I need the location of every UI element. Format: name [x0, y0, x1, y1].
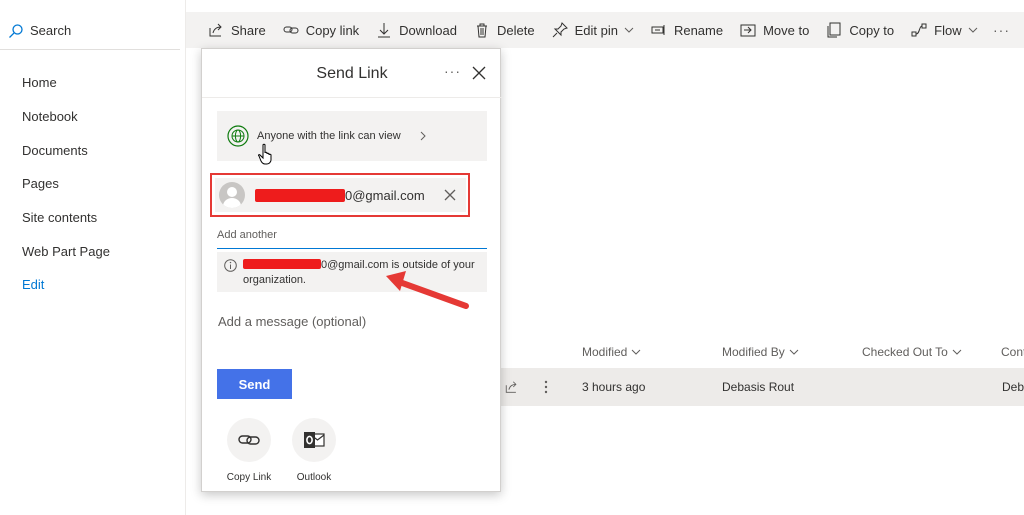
dialog-more-button[interactable]: ··· [444, 63, 461, 79]
flow-label: Flow [934, 22, 962, 38]
dialog-divider [202, 97, 502, 98]
copy-link-button[interactable]: Copy link [283, 22, 359, 38]
download-label: Download [399, 22, 457, 38]
search-box[interactable]: Search [0, 12, 180, 50]
nav-item-site-contents[interactable]: Site contents [22, 201, 110, 235]
avatar [219, 182, 245, 208]
flow-button[interactable]: Flow [911, 22, 977, 38]
move-icon [740, 24, 756, 37]
delete-button[interactable]: Delete [474, 22, 535, 38]
redacted-email-prefix [243, 259, 321, 269]
column-header-modified-label: Modified [582, 345, 628, 359]
nav-item-edit[interactable]: Edit [22, 268, 110, 302]
copy-to-button[interactable]: Copy to [826, 22, 894, 38]
send-button[interactable]: Send [217, 369, 292, 399]
column-header-modified-by[interactable]: Modified By [722, 345, 799, 359]
share-button[interactable]: Share [208, 22, 266, 38]
nav-item-pages[interactable]: Pages [22, 167, 110, 201]
globe-icon [227, 125, 249, 147]
edit-pin-label: Edit pin [574, 22, 618, 38]
redacted-email-prefix [255, 188, 345, 202]
chevron-down-icon [632, 349, 641, 355]
chevron-down-icon [968, 27, 977, 33]
rename-button[interactable]: Rename [651, 22, 723, 38]
chevron-down-icon [789, 349, 799, 355]
link-icon [283, 26, 299, 34]
copy-icon [827, 22, 841, 38]
move-to-button[interactable]: Move to [740, 22, 809, 38]
copy-link-app-label: Copy Link [226, 472, 272, 483]
chevron-down-icon [952, 349, 962, 355]
link-permission-label: Anyone with the link can view [257, 130, 401, 142]
warning-email-suffix: 0@gmail.com [321, 259, 389, 271]
outlook-app-button[interactable] [292, 418, 336, 462]
recipient-email-suffix: 0@gmail.com [345, 187, 425, 203]
move-to-label: Move to [763, 22, 810, 38]
left-navigation: Search Home Notebook Documents Pages Sit… [0, 0, 186, 515]
column-header-checked-out-to[interactable]: Checked Out To [862, 345, 962, 359]
download-button[interactable]: Download [376, 22, 457, 38]
delete-label: Delete [497, 22, 535, 38]
column-header-checked-out-to-label: Checked Out To [862, 345, 948, 359]
nav-list: Home Notebook Documents Pages Site conte… [22, 66, 110, 302]
nav-item-home[interactable]: Home [22, 66, 110, 100]
rename-icon [651, 25, 665, 35]
download-icon [378, 23, 391, 38]
flow-icon [911, 23, 927, 37]
outlook-icon [304, 432, 325, 448]
column-header-content[interactable]: Cont [1001, 345, 1024, 359]
nav-item-notebook[interactable]: Notebook [22, 100, 110, 134]
share-icon [209, 23, 222, 37]
more-vertical-icon[interactable] [543, 379, 549, 395]
command-bar: Share Copy link Download Delete Edit pin… [186, 12, 1024, 48]
link-icon [238, 435, 260, 445]
cell-content: Deba [1002, 380, 1024, 394]
outlook-app-label: Outlook [296, 472, 332, 483]
hand-cursor-icon [258, 143, 272, 165]
share-icon[interactable] [504, 380, 519, 394]
nav-item-web-part-page[interactable]: Web Part Page [22, 234, 110, 268]
chevron-right-icon [420, 131, 426, 141]
message-input[interactable]: Add a message (optional) [218, 314, 366, 329]
close-icon[interactable] [472, 66, 486, 80]
column-header-modified[interactable]: Modified [582, 345, 641, 359]
search-icon [9, 23, 23, 38]
search-label: Search [30, 23, 72, 38]
more-commands-button[interactable]: ··· [993, 22, 1010, 38]
red-arrow-annotation [386, 271, 469, 309]
cell-modified-by: Debasis Rout [722, 380, 795, 394]
copy-link-label: Copy link [305, 22, 360, 38]
recipient-email: 0@gmail.com [255, 188, 425, 203]
cell-modified: 3 hours ago [582, 380, 646, 394]
pin-icon [552, 22, 568, 38]
share-label: Share [231, 22, 266, 38]
add-another-input[interactable]: Add another [217, 225, 487, 249]
copy-link-app-button[interactable] [227, 418, 271, 462]
nav-item-documents[interactable]: Documents [22, 133, 110, 167]
chevron-down-icon [624, 27, 634, 33]
trash-icon [477, 23, 487, 38]
recipient-chip[interactable]: 0@gmail.com [215, 178, 466, 212]
edit-pin-button[interactable]: Edit pin [552, 22, 634, 38]
remove-recipient-icon[interactable] [444, 189, 456, 201]
column-header-modified-by-label: Modified By [722, 345, 785, 359]
rename-label: Rename [673, 22, 724, 38]
copy-to-label: Copy to [849, 22, 895, 38]
info-icon [224, 259, 237, 272]
column-header-content-label: Cont [1001, 345, 1024, 359]
